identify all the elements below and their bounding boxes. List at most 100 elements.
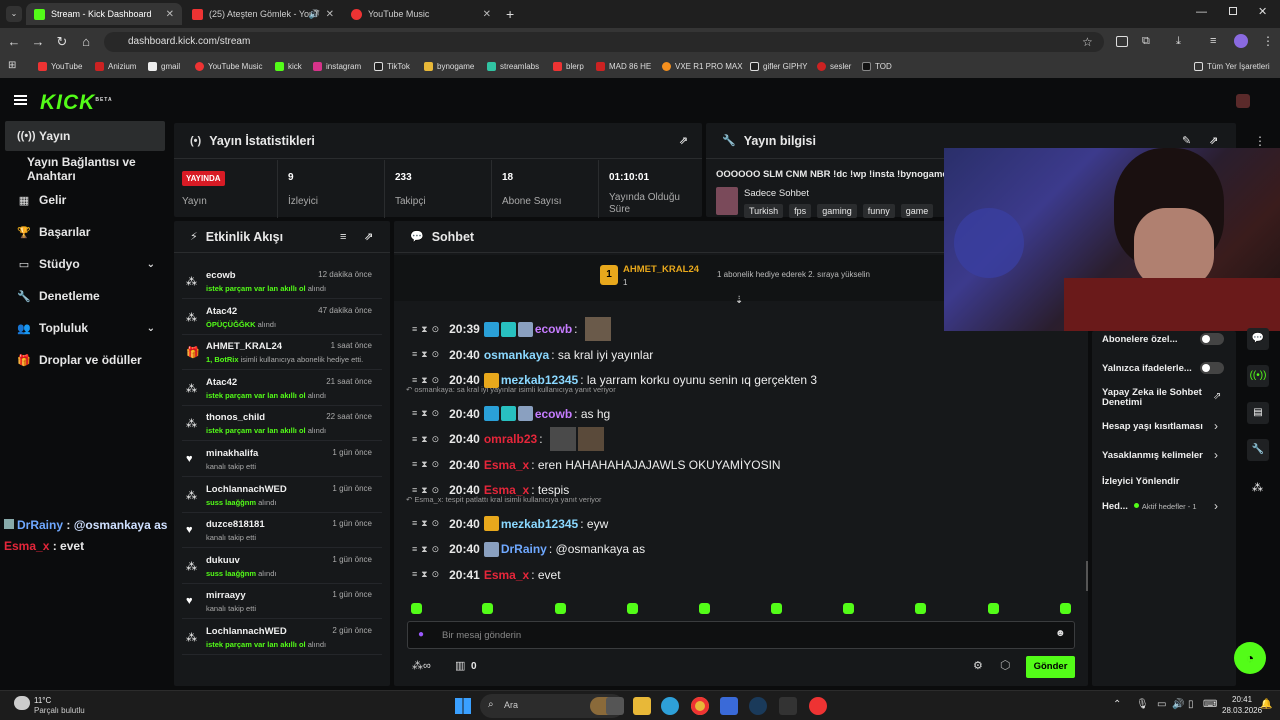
weather-icon[interactable] [14, 696, 30, 710]
close-window-button[interactable]: ✕ [1258, 5, 1267, 18]
apps-grid-icon[interactable]: ⊞ [8, 60, 16, 71]
nav-yayin[interactable]: ((•)) Yayın [5, 121, 165, 151]
chat-message[interactable]: ≡⧗⊙ 20:41 Esma_x: evet [412, 566, 561, 584]
bookmark-streamlabs[interactable]: streamlabs [487, 62, 539, 71]
activity-item[interactable]: 🎁 AHMET_KRAL24 1 saat önce 1, BotRix isimli… [182, 334, 382, 371]
tag[interactable]: fps [789, 204, 812, 218]
activity-item[interactable]: ⁂ thonos_child 22 saat önce istek parçam va… [182, 405, 382, 442]
bookmark-tod[interactable]: TOD [862, 62, 892, 71]
bookmark-vxe[interactable]: VXE R1 PRO MAX [662, 62, 743, 71]
activity-username[interactable]: AHMET_KRAL24 [206, 341, 282, 352]
nav-studyo[interactable]: ▭ Stüdyo ⌄ [5, 249, 165, 279]
activity-item[interactable]: ♥ duzce818181 1 gün önce kanalı takip etti [182, 512, 382, 549]
bookmark-kick[interactable]: kick [275, 62, 302, 71]
bookmark-star-icon[interactable]: ☆ [1082, 35, 1093, 49]
emotes-only-toggle[interactable] [1200, 362, 1224, 374]
activity-item[interactable]: ⁂ LochlannachWED 2 gün önce istek parçam va… [182, 619, 382, 655]
activity-item[interactable]: ⁂ LochlannachWED 1 gün önce suss laağğnm al… [182, 477, 382, 513]
emote-shortcut-icon[interactable] [843, 603, 854, 614]
windows-start-icon[interactable] [455, 698, 471, 714]
chat-message[interactable]: ≡⧗⊙ 20:40 DrRainy: @osmankaya as [412, 540, 645, 558]
home-icon[interactable]: ⌂ [78, 34, 94, 49]
bookmark-giphy[interactable]: gifler GIPHY [750, 62, 807, 71]
activity-username[interactable]: LochlannachWED [206, 626, 287, 637]
battery-icon[interactable]: ▯ [1188, 699, 1194, 710]
rail-wrench-icon[interactable]: 🔧 [1247, 439, 1269, 461]
close-tab-icon[interactable]: ✕ [483, 9, 491, 20]
close-tab-icon[interactable]: ✕ [326, 9, 334, 20]
message-actions-icon[interactable]: ≡⧗⊙ [412, 518, 443, 529]
extension-icon[interactable] [1116, 36, 1128, 47]
app-icon[interactable] [809, 697, 827, 715]
tab-kick-dashboard[interactable]: Stream - Kick Dashboard ✕ [26, 3, 182, 25]
message-actions-icon[interactable]: ≡⧗⊙ [412, 434, 443, 445]
kick-logo[interactable]: KICKBETA [40, 91, 113, 115]
tag[interactable]: gaming [817, 204, 857, 218]
chat-message[interactable]: ≡⧗⊙ 20:40 osmankaya: sa kral iyi yayınlar [412, 346, 653, 364]
edge-icon[interactable] [661, 697, 679, 715]
settings-gear-icon[interactable]: ⚙ [973, 659, 983, 672]
chat-message[interactable]: ≡⧗⊙ 20:39 ecowb: [412, 317, 611, 341]
user-avatar[interactable] [1236, 94, 1250, 108]
browser-menu-icon[interactable]: ⋮ [1262, 34, 1274, 48]
steam-icon[interactable] [749, 697, 767, 715]
mic-tray-icon[interactable]: 🎙 [1136, 699, 1149, 710]
epic-icon[interactable] [779, 697, 797, 715]
rail-panel-icon[interactable]: ▤ [1247, 402, 1269, 424]
setting-goals[interactable]: Hed... Aktif hedefler - 1 [1102, 501, 1196, 512]
drops-icon[interactable]: ⁂∞ [412, 659, 431, 672]
external-link-icon[interactable]: ⇗ [1213, 391, 1221, 402]
rail-chat-icon[interactable]: 💬 [1247, 328, 1269, 350]
activity-username[interactable]: duzce818181 [206, 519, 265, 530]
bookmark-youtube[interactable]: YouTube [38, 62, 82, 71]
message-username[interactable]: Esma_x [484, 458, 529, 472]
bookmark-blerp[interactable]: blerp [553, 62, 584, 71]
store-icon[interactable] [720, 697, 738, 715]
nav-droplar[interactable]: 🎁 Droplar ve ödüller [5, 345, 165, 375]
pinned-user[interactable]: AHMET_KRAL24 [623, 264, 699, 275]
bookmark-gmail[interactable]: gmail [148, 62, 180, 71]
activity-username[interactable]: LochlannachWED [206, 484, 287, 495]
subscribers-only-toggle[interactable] [1200, 333, 1224, 345]
points-icon[interactable]: ▥ [455, 659, 465, 672]
setting-banned-words[interactable]: Yasaklanmış kelimeler [1102, 450, 1203, 461]
chat-message[interactable]: ≡⧗⊙ 20:40 Esma_x: eren HAHAHAHAJAJAWLS OKU… [412, 456, 781, 474]
message-username[interactable]: osmankaya [484, 348, 549, 362]
nav-basarilar[interactable]: 🏆 Başarılar [5, 217, 165, 247]
nav-topluluk[interactable]: 👥 Topluluk ⌄ [5, 313, 165, 343]
bookmark-anizium[interactable]: Anizium [95, 62, 136, 71]
activity-item[interactable]: ⁂ Atac42 21 saat önce istek parçam var lan … [182, 370, 382, 406]
tag[interactable]: funny [862, 204, 895, 218]
message-username[interactable]: omralb23 [484, 432, 537, 446]
chat-message[interactable]: ≡⧗⊙ 20:40 mezkab12345: eyw [412, 515, 608, 533]
all-bookmarks[interactable]: Tüm Yer İşaretleri [1194, 62, 1270, 71]
activity-username[interactable]: minakhalifa [206, 448, 258, 459]
popout-icon[interactable]: ⇗ [1209, 134, 1218, 147]
tag[interactable]: game [900, 204, 934, 218]
message-actions-icon[interactable]: ≡⧗⊙ [412, 569, 443, 580]
emote-shortcut-icon[interactable] [482, 603, 493, 614]
close-tab-icon[interactable]: ✕ [166, 9, 174, 20]
activity-item[interactable]: ♥ minakhalifa 1 gün önce kanalı takip etti [182, 441, 382, 477]
rail-drops-icon[interactable]: ⁂ [1252, 481, 1263, 494]
volume-icon[interactable]: 🔊 [1172, 699, 1184, 710]
downloads-icon[interactable]: ⤓ [1176, 35, 1181, 48]
profile-avatar[interactable] [1234, 34, 1248, 48]
chat-input[interactable]: ● Bir mesaj gönderin ☻ [407, 621, 1075, 649]
emoji-icon[interactable]: ☻ [1055, 628, 1066, 639]
category-name[interactable]: Sadece Sohbet [744, 188, 809, 199]
tray-chevron-icon[interactable]: ⌃ [1113, 699, 1121, 710]
back-icon[interactable]: ← [6, 34, 22, 49]
activity-item[interactable]: ⁂ Atac42 47 dakika önce ÖPÜÇÜĞĞKK alındı [182, 299, 382, 335]
activity-username[interactable]: Atac42 [206, 377, 237, 388]
emote-shortcut-icon[interactable] [988, 603, 999, 614]
message-actions-icon[interactable]: ≡⧗⊙ [412, 408, 443, 419]
message-username[interactable]: DrRainy [501, 542, 547, 556]
activity-item[interactable]: ♥ mirraayy 1 gün önce kanalı takip etti [182, 583, 382, 620]
keyboard-icon[interactable]: ⌨ [1203, 699, 1217, 710]
emote-shortcut-icon[interactable] [627, 603, 638, 614]
bookmark-youtube-music[interactable]: YouTube Music [195, 62, 263, 71]
url-field[interactable]: dashboard.kick.com/stream [104, 32, 1104, 52]
file-explorer-icon[interactable] [633, 697, 651, 715]
forward-icon[interactable]: → [30, 34, 46, 49]
